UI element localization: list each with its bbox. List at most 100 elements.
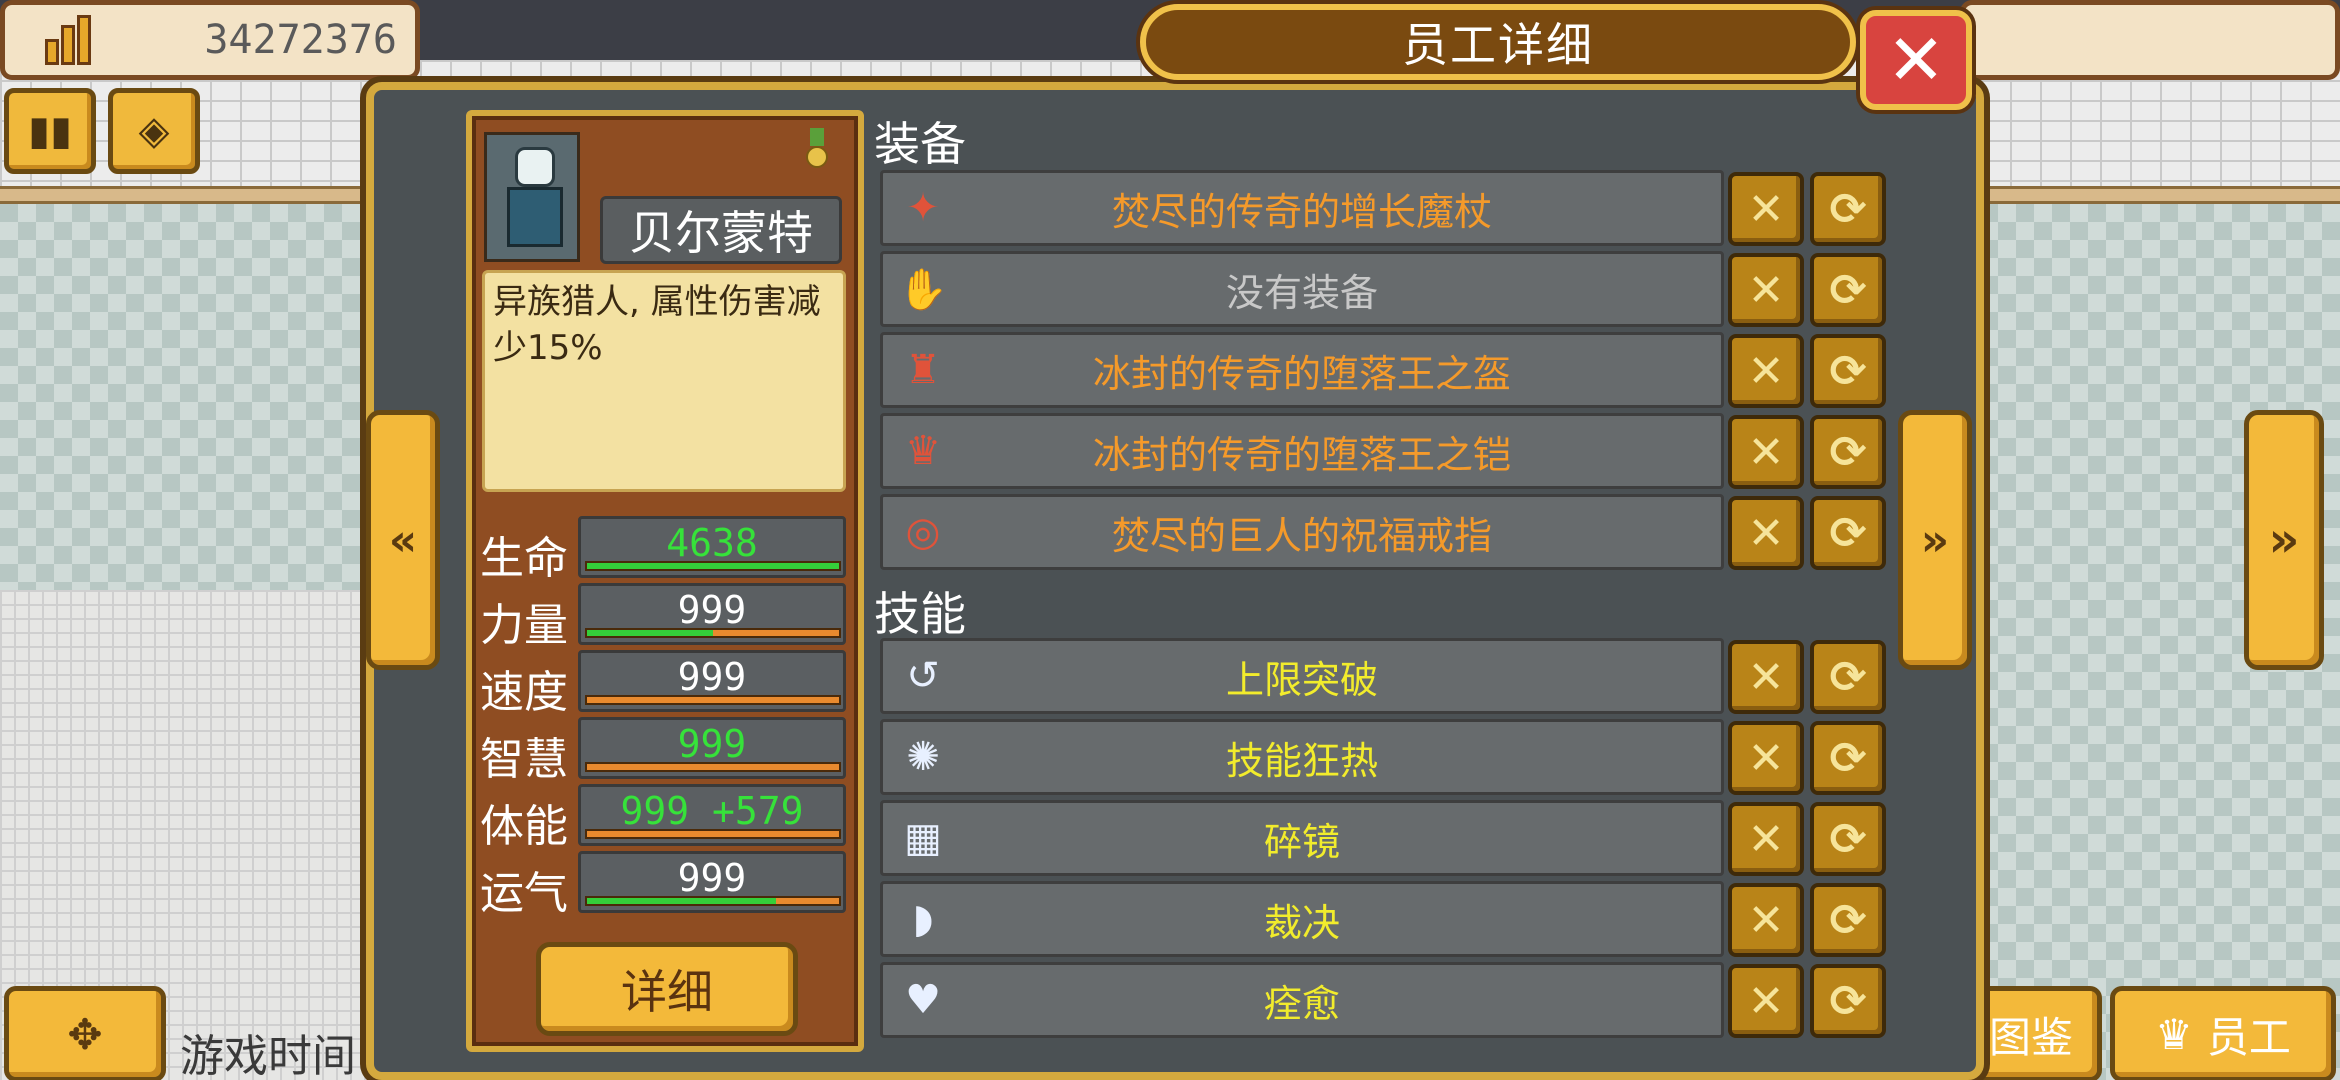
- close-button[interactable]: ✕: [1860, 10, 1972, 110]
- stat-label: 运气: [480, 868, 568, 919]
- remove-icon: ✕: [1747, 732, 1785, 784]
- stat-row: 力量 999: [480, 583, 850, 651]
- detail-button[interactable]: 详细: [536, 942, 798, 1036]
- remove-button[interactable]: ✕: [1728, 721, 1804, 795]
- next-staff-button[interactable]: »: [1898, 410, 1972, 670]
- remove-icon: ✕: [1747, 813, 1785, 865]
- swap-button[interactable]: ⟳: [1810, 334, 1886, 408]
- double-chevron-left-icon: «: [388, 514, 418, 566]
- remove-button[interactable]: ✕: [1728, 415, 1804, 489]
- staff-button[interactable]: ♛ 员工: [2110, 986, 2336, 1080]
- helmet-icon: ♜: [905, 347, 941, 393]
- swap-button[interactable]: ⟳: [1810, 496, 1886, 570]
- swap-button[interactable]: ⟳: [1810, 253, 1886, 327]
- swap-icon: ⟳: [1829, 264, 1867, 316]
- wand-icon: ✦: [906, 185, 940, 231]
- stat-value: 999 +579: [620, 789, 804, 833]
- swap-button[interactable]: ⟳: [1810, 640, 1886, 714]
- scene-next-arrow[interactable]: »: [2244, 410, 2324, 670]
- swap-button[interactable]: ⟳: [1810, 964, 1886, 1038]
- move-button[interactable]: ✥: [4, 986, 166, 1080]
- swap-icon: ⟳: [1829, 894, 1867, 946]
- equipment-row-slot[interactable]: ◎ 焚尽的巨人的祝福戒指: [880, 494, 1724, 570]
- equipment-row-slot[interactable]: ♜ 冰封的传奇的堕落王之盔: [880, 332, 1724, 408]
- judgement-icon: ◗: [912, 896, 934, 942]
- skill-row-slot[interactable]: ✺ 技能狂热: [880, 719, 1724, 795]
- remove-button[interactable]: ✕: [1728, 253, 1804, 327]
- swap-icon: ⟳: [1829, 732, 1867, 784]
- equipment-row-name: 没有装备: [1225, 270, 1378, 315]
- stat-track: [585, 628, 841, 638]
- swap-button[interactable]: ⟳: [1810, 721, 1886, 795]
- swap-icon: ⟳: [1829, 507, 1867, 559]
- equipment-row: ◎ 焚尽的巨人的祝福戒指 ✕ ⟳: [880, 494, 1890, 570]
- staff-label: 员工: [2206, 1012, 2291, 1062]
- double-chevron-right-icon: »: [1920, 514, 1950, 566]
- money-display: 34272376: [0, 0, 420, 80]
- remove-button[interactable]: ✕: [1728, 802, 1804, 876]
- glove-icon: ✋: [898, 266, 948, 313]
- modal-title-bar: 员工详细: [1140, 4, 1856, 80]
- equipment-label: 装备: [874, 117, 966, 171]
- equipment-row: ♜ 冰封的传奇的堕落王之盔 ✕ ⟳: [880, 332, 1890, 408]
- stat-fill: [587, 563, 839, 569]
- ring-icon: ◎: [905, 509, 941, 555]
- swap-icon: ⟳: [1829, 975, 1867, 1027]
- swap-icon: ⟳: [1829, 651, 1867, 703]
- remove-button[interactable]: ✕: [1728, 334, 1804, 408]
- equipment-row-name: 冰封的传奇的堕落王之铠: [1092, 432, 1511, 477]
- swap-button[interactable]: ⟳: [1810, 883, 1886, 957]
- gold-stack-icon: [45, 15, 101, 65]
- remove-icon: ✕: [1747, 507, 1785, 559]
- skill-row-slot[interactable]: ↺ 上限突破: [880, 638, 1724, 714]
- equipment-row-slot[interactable]: ✋ 没有装备: [880, 251, 1724, 327]
- skill-row-name: 上限突破: [1225, 657, 1378, 702]
- speed-button[interactable]: ◈: [108, 88, 200, 174]
- stat-bar: 999: [578, 583, 846, 645]
- stat-fill: [587, 630, 713, 636]
- catalog-label: 图鉴: [1988, 1012, 2073, 1062]
- skills-label: 技能: [874, 587, 966, 641]
- money-amount: 34272376: [204, 17, 397, 63]
- stat-label: 生命: [480, 533, 568, 584]
- stat-label: 力量: [480, 600, 568, 651]
- skill-row-name: 痊愈: [1263, 981, 1340, 1026]
- remove-button[interactable]: ✕: [1728, 964, 1804, 1038]
- remove-button[interactable]: ✕: [1728, 883, 1804, 957]
- stat-track: [585, 561, 841, 571]
- shattered-mirror-icon: ▦: [904, 815, 942, 861]
- remove-icon: ✕: [1747, 345, 1785, 397]
- skill-row-slot[interactable]: ◗ 裁决: [880, 881, 1724, 957]
- swap-icon: ⟳: [1829, 426, 1867, 478]
- pause-button[interactable]: ▮▮: [4, 88, 96, 174]
- remove-icon: ✕: [1747, 426, 1785, 478]
- skill-row-slot[interactable]: ♥ 痊愈: [880, 962, 1724, 1038]
- skill-row: ◗ 裁决 ✕ ⟳: [880, 881, 1890, 957]
- prev-staff-button[interactable]: «: [366, 410, 440, 670]
- swap-button[interactable]: ⟳: [1810, 415, 1886, 489]
- stat-bar: 999: [578, 851, 846, 913]
- skill-row: ↺ 上限突破 ✕ ⟳: [880, 638, 1890, 714]
- modal-title: 员工详细: [1402, 18, 1594, 72]
- stat-label: 智慧: [480, 734, 568, 785]
- remove-button[interactable]: ✕: [1728, 172, 1804, 246]
- stat-track: [585, 762, 841, 772]
- remove-button[interactable]: ✕: [1728, 640, 1804, 714]
- equipment-row-slot[interactable]: ♛ 冰封的传奇的堕落王之铠: [880, 413, 1724, 489]
- medal-icon: [804, 128, 830, 168]
- dpad-icon: ✥: [67, 1009, 103, 1059]
- equipment-row: ♛ 冰封的传奇的堕落王之铠 ✕ ⟳: [880, 413, 1890, 489]
- swap-button[interactable]: ⟳: [1810, 172, 1886, 246]
- swap-icon: ⟳: [1829, 345, 1867, 397]
- stat-track: [585, 896, 841, 906]
- diamond-icon: ◈: [138, 108, 170, 154]
- swap-button[interactable]: ⟳: [1810, 802, 1886, 876]
- close-icon: ✕: [1886, 19, 1946, 101]
- equipment-row-slot[interactable]: ✦ 焚尽的传奇的增长魔杖: [880, 170, 1724, 246]
- skill-row-slot[interactable]: ▦ 碎镜: [880, 800, 1724, 876]
- remove-icon: ✕: [1747, 183, 1785, 235]
- skill-row-name: 技能狂热: [1225, 738, 1378, 783]
- remove-button[interactable]: ✕: [1728, 496, 1804, 570]
- character-name[interactable]: 贝尔蒙特: [600, 196, 842, 264]
- swap-icon: ⟳: [1829, 813, 1867, 865]
